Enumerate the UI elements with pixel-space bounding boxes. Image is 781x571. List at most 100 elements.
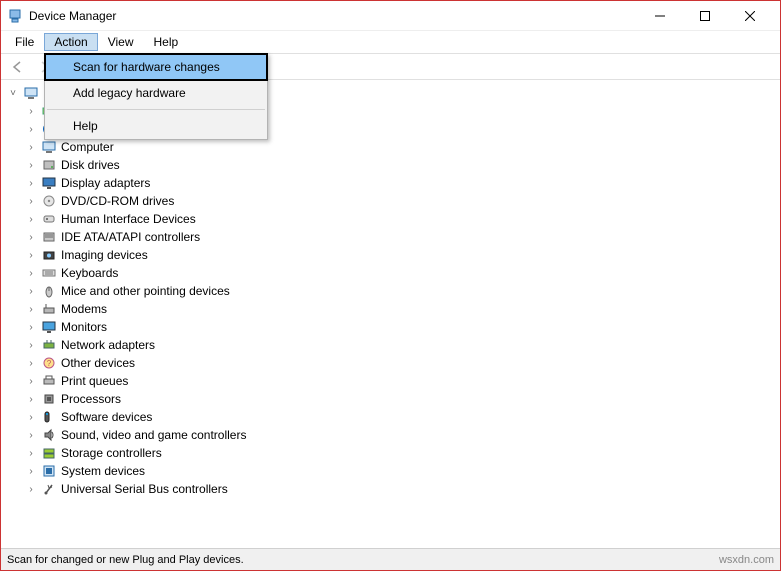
tree-item[interactable]: ›? Other devices	[7, 354, 780, 372]
cpu-icon	[41, 391, 57, 407]
menu-scan-hardware[interactable]: Scan for hardware changes	[45, 54, 267, 80]
expand-icon[interactable]: ›	[25, 430, 37, 441]
sound-icon	[41, 427, 57, 443]
menu-action-help[interactable]: Help	[45, 113, 267, 139]
expand-icon[interactable]: ›	[25, 358, 37, 369]
device-tree[interactable]: ˅ ›Batteries›Bluetooth›Computer›Disk dri…	[1, 80, 780, 547]
hid-icon	[41, 211, 57, 227]
tree-item[interactable]: › Keyboards	[7, 264, 780, 282]
svg-text:?: ?	[47, 359, 52, 368]
back-button[interactable]	[7, 56, 29, 78]
expand-icon[interactable]: ›	[25, 412, 37, 423]
brand-text: wsxdn.com	[719, 554, 774, 566]
expand-icon[interactable]: ›	[25, 232, 37, 243]
action-menu-dropdown: Scan for hardware changes Add legacy har…	[44, 53, 268, 140]
tree-item[interactable]: › Display adapters	[7, 174, 780, 192]
minimize-button[interactable]	[637, 2, 682, 30]
tree-item[interactable]: › Imaging devices	[7, 246, 780, 264]
tree-item-label: Processors	[61, 392, 121, 406]
menu-help[interactable]: Help	[144, 33, 189, 51]
dvd-icon	[41, 193, 57, 209]
network-icon	[41, 337, 57, 353]
expand-icon[interactable]: ›	[25, 376, 37, 387]
expand-icon[interactable]: ›	[25, 196, 37, 207]
keyboard-icon	[41, 265, 57, 281]
usb-icon	[41, 481, 57, 497]
computer-icon	[23, 85, 39, 101]
menu-action[interactable]: Action	[44, 33, 97, 51]
other-icon: ?	[41, 355, 57, 371]
tree-item[interactable]: › Mice and other pointing devices	[7, 282, 780, 300]
mouse-icon	[41, 283, 57, 299]
menu-add-legacy[interactable]: Add legacy hardware	[45, 80, 267, 106]
monitor-icon	[41, 319, 57, 335]
tree-item-label: Mice and other pointing devices	[61, 284, 230, 298]
tree-item-label: Universal Serial Bus controllers	[61, 482, 228, 496]
tree-item[interactable]: › IDE ATA/ATAPI controllers	[7, 228, 780, 246]
expand-icon[interactable]: ›	[25, 466, 37, 477]
tree-item-label: Monitors	[61, 320, 107, 334]
tree-item-label: Storage controllers	[61, 446, 162, 460]
expand-icon[interactable]: ˅	[7, 88, 19, 99]
tree-item[interactable]: › Processors	[7, 390, 780, 408]
tree-item-label: System devices	[61, 464, 145, 478]
expand-icon[interactable]: ›	[25, 484, 37, 495]
tree-item-label: Disk drives	[61, 158, 120, 172]
tree-item[interactable]: ›Print queues	[7, 372, 780, 390]
tree-item[interactable]: › System devices	[7, 462, 780, 480]
modem-icon	[41, 301, 57, 317]
tree-item[interactable]: › Disk drives	[7, 156, 780, 174]
window-controls	[637, 2, 772, 30]
menu-view[interactable]: View	[98, 33, 144, 51]
tree-item-label: IDE ATA/ATAPI controllers	[61, 230, 200, 244]
expand-icon[interactable]: ›	[25, 124, 37, 135]
software-icon	[41, 409, 57, 425]
expand-icon[interactable]: ›	[25, 304, 37, 315]
expand-icon[interactable]: ›	[25, 106, 37, 117]
tree-item[interactable]: › Monitors	[7, 318, 780, 336]
maximize-button[interactable]	[682, 2, 727, 30]
close-button[interactable]	[727, 2, 772, 30]
device-manager-icon	[7, 8, 23, 24]
expand-icon[interactable]: ›	[25, 214, 37, 225]
tree-item[interactable]: › Software devices	[7, 408, 780, 426]
tree-item[interactable]: › Network adapters	[7, 336, 780, 354]
tree-item-label: Sound, video and game controllers	[61, 428, 246, 442]
expand-icon[interactable]: ›	[25, 322, 37, 333]
ide-icon	[41, 229, 57, 245]
imaging-icon	[41, 247, 57, 263]
tree-item-label: Imaging devices	[61, 248, 148, 262]
tree-item[interactable]: › Universal Serial Bus controllers	[7, 480, 780, 498]
system-icon	[41, 463, 57, 479]
disk-icon	[41, 157, 57, 173]
tree-item[interactable]: › Modems	[7, 300, 780, 318]
tree-item-label: Other devices	[61, 356, 135, 370]
title-bar: Device Manager	[1, 1, 780, 31]
tree-item-label: Display adapters	[61, 176, 150, 190]
expand-icon[interactable]: ›	[25, 178, 37, 189]
status-bar: Scan for changed or new Plug and Play de…	[1, 548, 780, 570]
tree-item[interactable]: › Storage controllers	[7, 444, 780, 462]
tree-item-label: Keyboards	[61, 266, 118, 280]
menu-bar: File Action View Help	[1, 31, 780, 54]
tree-item-label: Network adapters	[61, 338, 155, 352]
tree-item-label: Human Interface Devices	[61, 212, 196, 226]
storage-icon	[41, 445, 57, 461]
expand-icon[interactable]: ›	[25, 250, 37, 261]
status-text: Scan for changed or new Plug and Play de…	[7, 554, 244, 566]
expand-icon[interactable]: ›	[25, 394, 37, 405]
expand-icon[interactable]: ›	[25, 142, 37, 153]
tree-item[interactable]: › Sound, video and game controllers	[7, 426, 780, 444]
tree-item-label: Modems	[61, 302, 107, 316]
expand-icon[interactable]: ›	[25, 268, 37, 279]
menu-file[interactable]: File	[5, 33, 44, 51]
expand-icon[interactable]: ›	[25, 160, 37, 171]
window-title: Device Manager	[29, 9, 116, 23]
expand-icon[interactable]: ›	[25, 286, 37, 297]
tree-item[interactable]: › Human Interface Devices	[7, 210, 780, 228]
tree-item[interactable]: ›DVD/CD-ROM drives	[7, 192, 780, 210]
tree-item[interactable]: ›Computer	[7, 138, 780, 156]
expand-icon[interactable]: ›	[25, 340, 37, 351]
expand-icon[interactable]: ›	[25, 448, 37, 459]
tree-item-label: Software devices	[61, 410, 152, 424]
